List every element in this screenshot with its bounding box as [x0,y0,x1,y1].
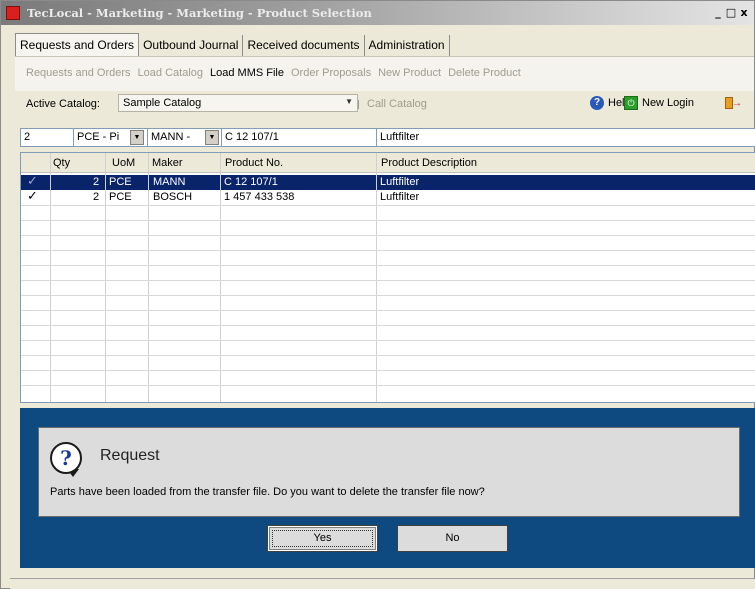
cell-uom: PCE [109,191,132,203]
column-header-qty[interactable]: Qty [53,157,70,169]
cell-qty: 2 [93,191,100,203]
table-row[interactable]: ✓ 2 PCE BOSCH 1 457 433 538 Luftfilter [21,189,755,205]
product-no-input[interactable]: C 12 107/1 [222,129,377,146]
grid-divider [148,153,149,402]
grid-divider [21,265,755,266]
grid-divider [21,280,755,281]
close-button[interactable]: x [738,6,750,20]
grid-divider [21,295,755,296]
no-button-label: No [445,532,460,544]
minimize-button[interactable]: _ [712,6,724,20]
grid-divider [21,250,755,251]
column-header-uom[interactable]: UoM [112,157,135,169]
new-product-link[interactable]: New Product [378,67,441,79]
grid-divider [21,340,755,341]
column-header-description[interactable]: Product Description [381,157,477,169]
arrow-shape: → [732,98,742,109]
grid-divider [21,385,755,386]
entry-row: 2 PCE - Pi ▼ MANN - ▼ C 12 107/1 Luftfil… [20,128,755,147]
uom-dropdown-button[interactable]: ▼ [130,130,144,145]
title-bar: TecLocal - Marketing - Marketing - Produ… [1,1,754,25]
grid-divider [21,220,755,221]
column-header-maker[interactable]: Maker [152,157,183,169]
cell-description: Luftfilter [380,176,420,188]
action-toolbar: Requests and Orders Load Catalog Load MM… [26,67,521,79]
active-catalog-label: Active Catalog: [26,98,100,110]
dialog-title: Request [100,447,160,464]
check-icon: ✓ [27,174,38,189]
grid-divider [21,325,755,326]
maker-dropdown-button[interactable]: ▼ [205,130,219,145]
application-window: TecLocal - Marketing - Marketing - Produ… [0,0,755,589]
status-bar [10,578,755,589]
active-catalog-select[interactable]: Sample Catalog ▼ [118,94,358,112]
grid-divider [21,310,755,311]
tab-outbound-journal[interactable]: Outbound Journal [139,35,244,56]
column-header-product-no[interactable]: Product No. [225,157,283,169]
order-proposals-link[interactable]: Order Proposals [291,67,371,79]
grid-divider [105,153,106,402]
product-grid: Qty UoM Maker Product No. Product Descri… [20,152,755,403]
load-mms-file-link[interactable]: Load MMS File [210,67,284,79]
qty-input[interactable]: 2 [21,129,74,146]
grid-divider [21,370,755,371]
question-icon: ? [50,442,82,474]
description-input[interactable]: Luftfilter [377,129,755,146]
new-login-label: New Login [642,97,694,109]
cell-maker: MANN [153,176,186,188]
window-controls: _ □ x [712,6,750,20]
active-catalog-value: Sample Catalog [123,97,202,109]
yes-button[interactable]: Yes [267,525,378,552]
help-icon: ? [590,96,604,110]
cell-description: Luftfilter [380,191,420,203]
tab-requests-and-orders[interactable]: Requests and Orders [15,33,140,56]
no-button[interactable]: No [397,525,508,552]
cell-product-no: C 12 107/1 [224,176,278,188]
grid-divider [21,205,755,206]
new-login-link[interactable]: ⏻ New Login [624,96,694,110]
check-icon: ✓ [27,189,38,204]
table-row[interactable]: ✓ 2 PCE MANN C 12 107/1 Luftfilter [21,174,755,190]
app-icon [6,6,20,20]
chevron-down-icon: ▼ [345,97,353,106]
requests-and-orders-link[interactable]: Requests and Orders [26,67,131,79]
dialog-message: Parts have been loaded from the transfer… [50,486,485,498]
call-catalog-link[interactable]: Call Catalog [367,98,427,110]
exit-icon[interactable]: → [723,95,742,111]
tab-administration[interactable]: Administration [364,35,450,56]
cell-qty: 2 [93,176,100,188]
load-catalog-link[interactable]: Load Catalog [138,67,203,79]
delete-product-link[interactable]: Delete Product [448,67,521,79]
cell-maker: BOSCH [153,191,193,203]
call-catalog-icon [358,100,364,109]
grid-divider [21,355,755,356]
maker-select-value: MANN - [151,131,191,143]
main-tabs: Requests and Orders Outbound Journal Rec… [15,33,450,56]
grid-divider [50,153,51,402]
cell-uom: PCE [109,176,132,188]
grid-divider [376,153,377,402]
grid-divider [220,153,221,402]
restore-button[interactable]: □ [725,6,737,20]
focus-ring [272,530,373,547]
request-dialog [38,427,740,517]
grid-header: Qty UoM Maker Product No. Product Descri… [21,153,755,173]
window-title: TecLocal - Marketing - Marketing - Produ… [27,6,372,20]
uom-select-value: PCE - Pi [77,131,120,143]
power-icon: ⏻ [624,96,638,110]
cell-product-no: 1 457 433 538 [224,191,295,203]
grid-divider [21,235,755,236]
tab-received-documents[interactable]: Received documents [243,35,365,56]
